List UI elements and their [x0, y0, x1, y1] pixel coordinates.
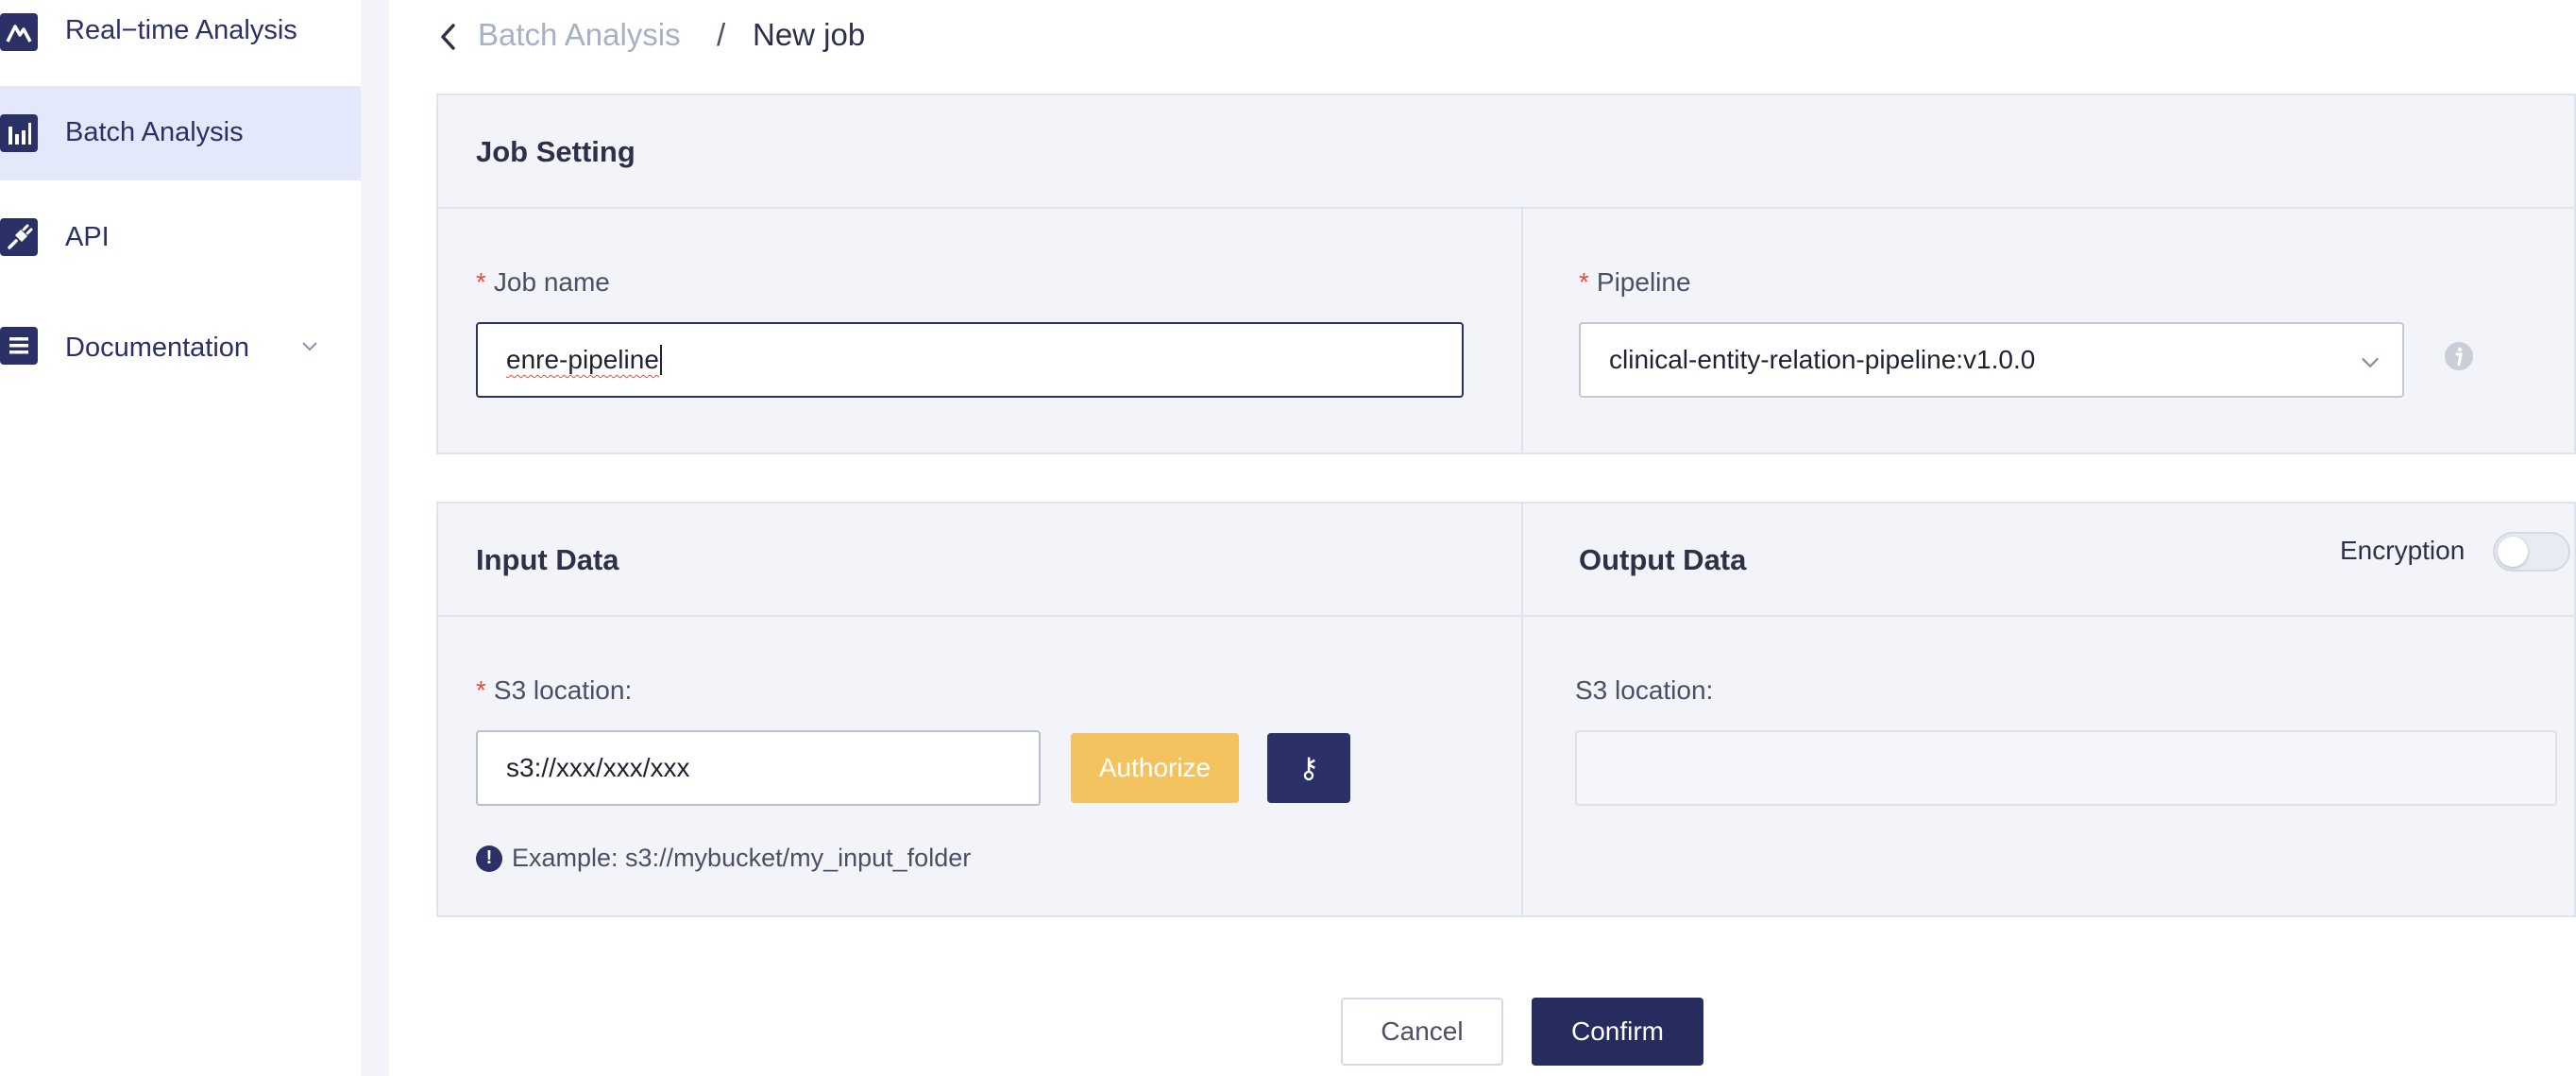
- encryption-toggle[interactable]: [2493, 532, 2570, 572]
- input-s3-value: s3://xxx/xxx/xxx: [506, 753, 690, 782]
- job-setting-header: Job Setting: [438, 95, 2574, 209]
- cancel-button[interactable]: Cancel: [1341, 998, 1503, 1066]
- output-s3-location-input[interactable]: [1575, 730, 2557, 806]
- output-s3-label: S3 location:: [1575, 675, 1714, 705]
- input-hint: ! Example: s3://mybucket/my_input_folder: [476, 844, 971, 873]
- sidebar: Real−time Analysis Batch Analysis API Do…: [0, 0, 361, 1076]
- data-panel-divider: [1521, 504, 1523, 917]
- job-name-input[interactable]: enre-pipeline: [476, 322, 1464, 398]
- authorize-button[interactable]: Authorize: [1071, 733, 1239, 803]
- pipeline-select[interactable]: clinical-entity-relation-pipeline:v1.0.0: [1579, 322, 2404, 398]
- pipeline-selected-value: clinical-entity-relation-pipeline:v1.0.0: [1609, 345, 2036, 374]
- sidebar-gutter: [361, 0, 389, 1076]
- bar-chart-icon: [0, 114, 38, 152]
- job-setting-title: Job Setting: [476, 135, 636, 168]
- sidebar-item-realtime-analysis[interactable]: Real−time Analysis: [0, 6, 361, 55]
- breadcrumb-separator: /: [717, 17, 726, 52]
- data-panel-header: [438, 504, 2574, 617]
- confirm-button[interactable]: Confirm: [1532, 998, 1703, 1066]
- sidebar-item-label: API: [65, 222, 110, 252]
- mountain-chart-icon: [0, 13, 38, 51]
- input-data-title: Input Data: [476, 543, 619, 576]
- job-setting-divider: [1521, 207, 1523, 454]
- info-icon[interactable]: [2444, 341, 2474, 371]
- data-panel: Input Data * S3 location: s3://xxx/xxx/xx…: [436, 502, 2576, 917]
- plug-icon: [0, 218, 38, 256]
- sidebar-item-api[interactable]: API: [0, 213, 361, 262]
- chevron-down-icon: [2362, 357, 2379, 368]
- encryption-label: Encryption: [2340, 536, 2466, 565]
- job-setting-panel: Job Setting * Job name enre-pipeline * Pip…: [436, 94, 2576, 454]
- required-mark: *: [476, 675, 486, 705]
- sidebar-item-batch-analysis[interactable]: Batch Analysis: [0, 86, 361, 180]
- sidebar-item-documentation[interactable]: Documentation: [0, 321, 361, 370]
- page-title: New job: [753, 17, 866, 52]
- pipeline-label-text: Pipeline: [1596, 267, 1691, 297]
- back-arrow-icon[interactable]: [436, 21, 461, 53]
- job-name-value: enre-pipeline: [506, 345, 659, 374]
- document-list-icon: [0, 327, 38, 365]
- key-icon: ⚷: [1298, 752, 1319, 784]
- text-caret: [659, 345, 662, 375]
- required-mark: *: [476, 267, 486, 297]
- toggle-knob: [2498, 537, 2528, 567]
- chevron-down-icon[interactable]: [298, 334, 321, 357]
- breadcrumb-parent-link[interactable]: Batch Analysis: [478, 17, 681, 53]
- job-name-label-text: Job name: [493, 267, 610, 297]
- sidebar-item-label: Real−time Analysis: [65, 15, 297, 45]
- input-s3-location-input[interactable]: s3://xxx/xxx/xxx: [476, 730, 1041, 806]
- input-hint-text: Example: s3://mybucket/my_input_folder: [512, 844, 972, 872]
- job-name-label: * Job name: [476, 267, 610, 298]
- key-button[interactable]: ⚷: [1267, 733, 1350, 803]
- sidebar-item-label: Documentation: [65, 333, 250, 363]
- pipeline-label: * Pipeline: [1579, 267, 1691, 298]
- exclamation-circle-icon: !: [476, 845, 502, 872]
- output-data-title: Output Data: [1579, 543, 1747, 576]
- required-mark: *: [1579, 267, 1589, 297]
- input-s3-label-text: S3 location:: [493, 675, 633, 705]
- sidebar-item-label: Batch Analysis: [65, 117, 244, 147]
- input-s3-label: * S3 location:: [476, 675, 632, 706]
